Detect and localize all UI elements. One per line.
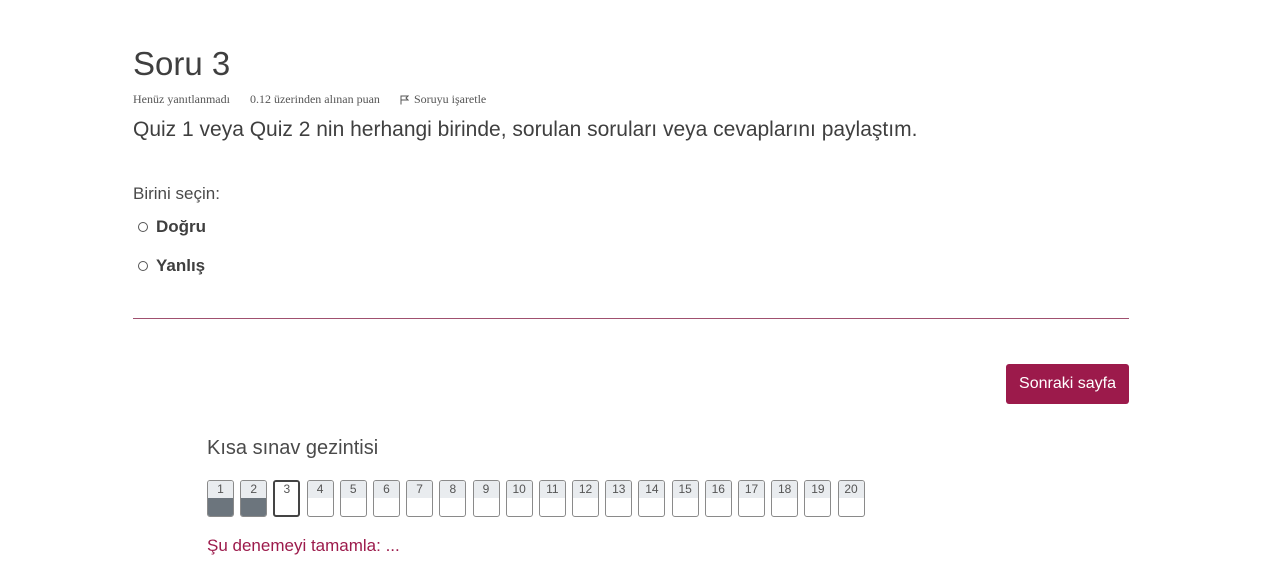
quiz-nav-button[interactable]: 17 (738, 480, 765, 517)
quiz-nav-button-number: 1 (208, 481, 233, 498)
answer-option-label: Yanlış (156, 256, 206, 275)
quiz-nav-button[interactable]: 12 (572, 480, 600, 517)
quiz-nav-button[interactable]: 18 (771, 480, 799, 517)
quiz-nav-button-number: 9 (473, 481, 499, 498)
quiz-nav-button-number: 5 (340, 481, 366, 498)
quiz-nav-button-number: 10 (506, 481, 532, 498)
flag-icon (400, 95, 409, 104)
question-status: Henüz yanıtlanmadı (133, 92, 230, 106)
answered-indicator (241, 498, 267, 516)
quiz-nav-button-number: 16 (705, 481, 731, 498)
section-divider (133, 318, 1129, 319)
quiz-nav-button-number: 13 (606, 481, 632, 498)
quiz-nav-button[interactable]: 9 (472, 480, 500, 517)
quiz-nav-button-number: 4 (307, 481, 333, 498)
quiz-nav-button[interactable]: 11 (538, 480, 566, 517)
quiz-nav-button[interactable]: 15 (671, 480, 699, 517)
quiz-nav-button[interactable]: 3 (273, 480, 301, 517)
quiz-nav-button[interactable]: 7 (406, 480, 434, 517)
quiz-nav-button[interactable]: 16 (704, 480, 732, 517)
quiz-nav-button[interactable]: 19 (804, 480, 832, 517)
quiz-nav-button-number: 19 (805, 481, 831, 498)
quiz-nav-button[interactable]: 1 (207, 480, 234, 517)
answered-indicator (208, 498, 233, 516)
answer-option-yanlis[interactable]: Yanlış (138, 256, 205, 276)
quiz-nav-button-number: 2 (241, 481, 267, 498)
quiz-nav-button-number: 12 (573, 481, 599, 498)
quiz-nav-button-number: 11 (539, 481, 565, 498)
quiz-nav-button[interactable]: 10 (505, 480, 533, 517)
quiz-nav-button-number: 18 (772, 481, 798, 498)
finish-attempt-link[interactable]: Şu denemeyi tamamla: ... (207, 536, 400, 556)
quiz-nav-button-number: 7 (407, 481, 433, 498)
question-title: Soru 3 (133, 45, 231, 82)
quiz-nav-button-number: 8 (440, 481, 466, 498)
quiz-nav-button[interactable]: 13 (605, 480, 633, 517)
radio-icon[interactable] (138, 261, 148, 271)
flag-question-link[interactable]: Soruyu işaretle (400, 92, 486, 107)
quiz-navigation-title: Kısa sınav gezintisi (207, 437, 379, 459)
quiz-nav-button[interactable]: 20 (837, 480, 865, 517)
quiz-nav-button-number: 20 (838, 481, 864, 498)
next-page-button[interactable]: Sonraki sayfa (1006, 364, 1129, 404)
quiz-nav-button[interactable]: 5 (339, 480, 367, 517)
quiz-nav-button-number: 17 (739, 481, 764, 498)
answer-option-label: Doğru (156, 217, 207, 236)
quiz-nav-button[interactable]: 8 (439, 480, 467, 517)
answer-prompt: Birini seçin: (133, 184, 220, 203)
quiz-nav-button-number: 15 (672, 481, 698, 498)
quiz-page: Soru 3 Henüz yanıtlanmadı 0.12 üzerinden… (0, 0, 1280, 563)
quiz-nav-button[interactable]: 4 (306, 480, 334, 517)
question-grade: 0.12 üzerinden alınan puan (249, 92, 380, 106)
question-info: Henüz yanıtlanmadı 0.12 üzerinden alınan… (133, 92, 486, 107)
flag-question-label: Soruyu işaretle (413, 92, 487, 106)
quiz-nav-button[interactable]: 6 (372, 480, 400, 517)
quiz-nav-button[interactable]: 2 (240, 480, 268, 517)
quiz-nav-button-number: 3 (275, 482, 299, 499)
quiz-nav-button-number: 6 (373, 481, 399, 498)
answer-option-dogru[interactable]: Doğru (138, 217, 206, 237)
quiz-nav-button-number: 14 (639, 481, 665, 498)
question-text: Quiz 1 veya Quiz 2 nin herhangi birinde,… (133, 118, 918, 141)
radio-icon[interactable] (138, 222, 148, 232)
quiz-nav-button[interactable]: 14 (638, 480, 666, 517)
quiz-navigation-grid: 1 2 3 4 5 6 7 8 9 10 11 12 13 14 15 16 17 18 19 20 (207, 480, 871, 517)
